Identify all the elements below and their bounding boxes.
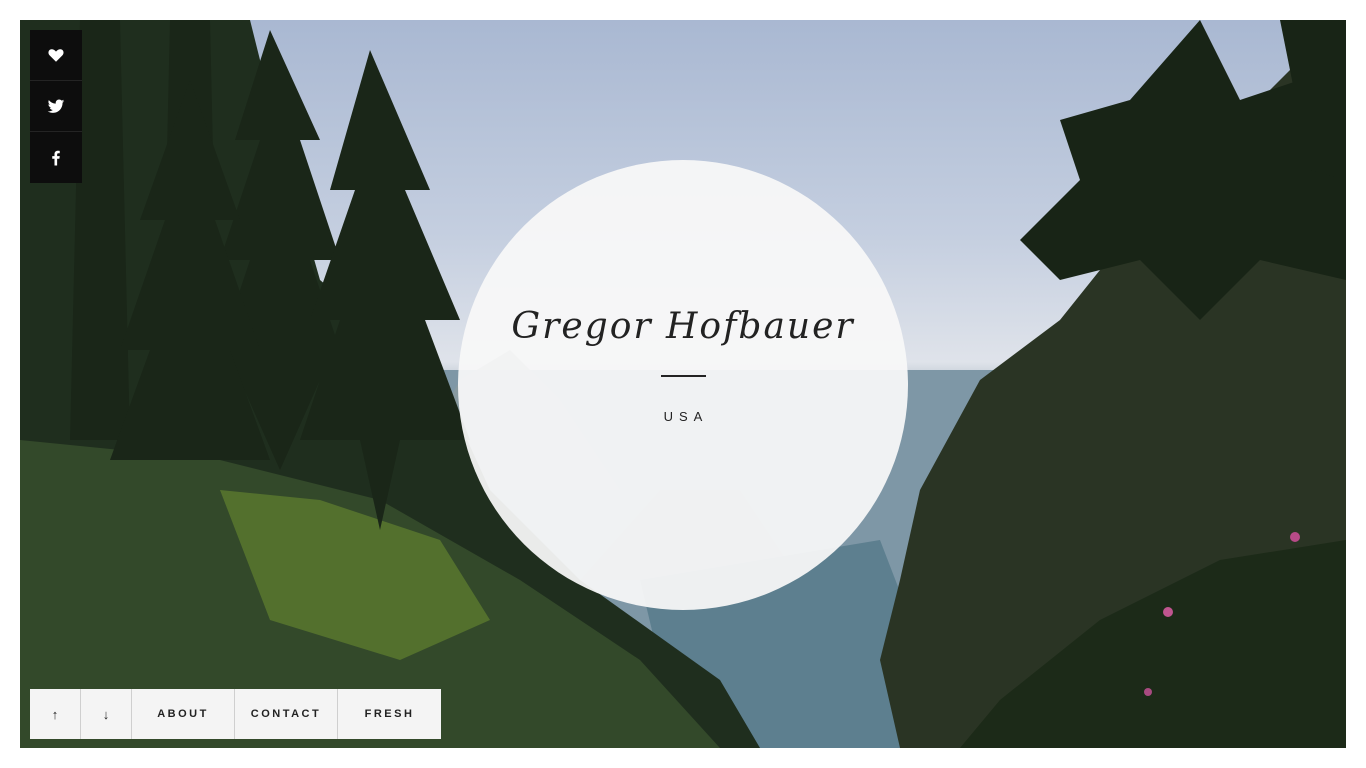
facebook-icon	[52, 150, 60, 165]
like-button[interactable]	[30, 30, 82, 81]
heart-icon	[48, 49, 64, 62]
facebook-share-button[interactable]	[30, 132, 82, 183]
twitter-share-button[interactable]	[30, 81, 82, 132]
bottom-navigation: ↑ ↓ ABOUT CONTACT FRESH	[30, 689, 441, 739]
profile-name: Gregor Hofbauer	[511, 306, 855, 347]
divider	[660, 375, 706, 377]
fresh-button[interactable]: FRESH	[338, 689, 441, 739]
scroll-down-button[interactable]: ↓	[81, 689, 132, 739]
profile-location: USA	[663, 409, 709, 424]
about-button[interactable]: ABOUT	[132, 689, 235, 739]
profile-card: Gregor Hofbauer USA	[458, 160, 908, 610]
scroll-up-button[interactable]: ↑	[30, 689, 81, 739]
social-share-bar	[30, 30, 82, 183]
contact-button[interactable]: CONTACT	[235, 689, 338, 739]
twitter-icon	[47, 99, 65, 113]
